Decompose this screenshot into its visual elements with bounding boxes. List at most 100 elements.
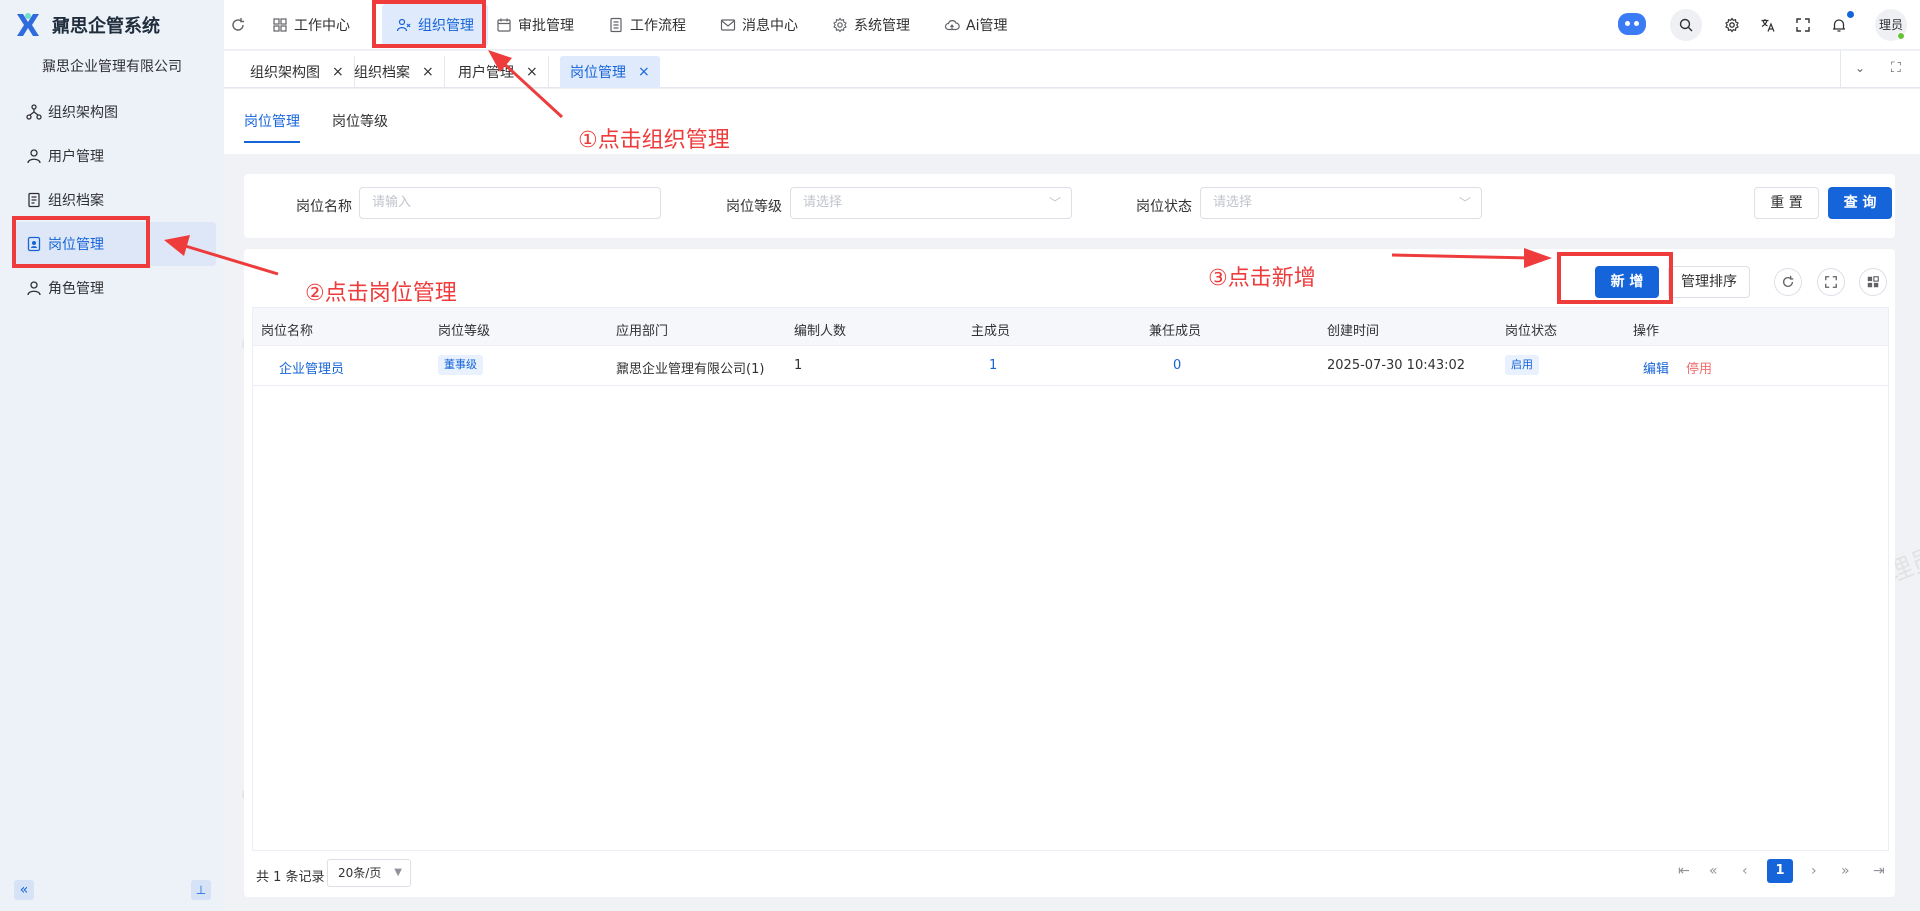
- page-size-value: 20条/页: [338, 866, 382, 880]
- top-nav: 工作中心 组织管理 审批管理 工作流程 消息中心 系统管理 Ai管理: [224, 0, 1920, 50]
- bell-icon[interactable]: [1831, 17, 1847, 33]
- collapse-sidebar-icon[interactable]: «: [14, 880, 34, 900]
- nav-workflow[interactable]: 工作流程: [608, 0, 686, 50]
- post-level-select[interactable]: 请选择 ﹀: [790, 187, 1072, 219]
- chevron-down-icon[interactable]: ⌄: [1855, 61, 1865, 75]
- page-tabs-bar: 组织架构图 × 组织档案 × 用户管理 × 岗位管理 × ⌄ ⛶: [224, 51, 1920, 88]
- page-tab-label: 岗位管理: [570, 65, 626, 81]
- subtab-post-levels[interactable]: 岗位等级: [332, 111, 388, 143]
- sidebar-item-label: 组织架构图: [48, 105, 118, 121]
- post-status-select[interactable]: 请选择 ﹀: [1200, 187, 1482, 219]
- main-members-link[interactable]: 1: [989, 358, 997, 373]
- page-tab-users[interactable]: 用户管理 ×: [448, 56, 549, 88]
- page-tab-label: 用户管理: [458, 65, 514, 81]
- next-group-icon[interactable]: »: [1841, 863, 1850, 879]
- prev-page-icon[interactable]: ‹: [1742, 863, 1748, 879]
- column-header[interactable]: 应用部门: [616, 320, 668, 339]
- grid-icon: [272, 17, 288, 33]
- post-level-tag: 董事级: [438, 355, 483, 375]
- reload-icon[interactable]: [1774, 268, 1802, 296]
- column-header[interactable]: 编制人数: [794, 320, 846, 339]
- close-icon[interactable]: ×: [526, 64, 538, 80]
- posts-table: 岗位名称 岗位等级 应用部门 编制人数 主成员 兼任成员 创建时间 岗位状态 操…: [252, 307, 1889, 851]
- user-icon: [26, 148, 42, 164]
- column-header[interactable]: 岗位名称: [261, 320, 313, 339]
- page-tab-label: 组织架构图: [250, 65, 320, 81]
- expand-icon[interactable]: [1817, 268, 1845, 296]
- filter-name-label: 岗位名称: [296, 199, 352, 215]
- settings-icon[interactable]: [1724, 17, 1740, 33]
- query-button[interactable]: 查 询: [1828, 187, 1892, 219]
- first-page-icon[interactable]: ⇤: [1678, 863, 1690, 879]
- next-page-icon[interactable]: ›: [1811, 863, 1817, 879]
- sidebar-item-posts[interactable]: 岗位管理: [12, 222, 216, 266]
- brand-title: 鼐思企管系统: [52, 16, 160, 37]
- table-row[interactable]: 企业管理员 董事级 鼐思企业管理有限公司(1) 1 1 0 2025-07-30…: [253, 346, 1888, 386]
- nav-work-center[interactable]: 工作中心: [272, 0, 350, 50]
- sidebar-item-roles[interactable]: 角色管理: [12, 266, 216, 310]
- column-header[interactable]: 岗位状态: [1505, 320, 1557, 339]
- manage-sort-button[interactable]: 管理排序: [1668, 266, 1750, 298]
- column-header[interactable]: 岗位等级: [438, 320, 490, 339]
- post-name-link[interactable]: 企业管理员: [279, 358, 344, 377]
- ai-robot-icon[interactable]: [1618, 13, 1646, 35]
- columns-icon[interactable]: [1859, 268, 1887, 296]
- close-icon[interactable]: ×: [638, 64, 650, 80]
- nav-approval[interactable]: 审批管理: [496, 0, 574, 50]
- page-tab-posts[interactable]: 岗位管理 ×: [560, 56, 660, 88]
- column-header[interactable]: 创建时间: [1327, 320, 1379, 339]
- nav-org-management[interactable]: 组织管理: [382, 4, 488, 46]
- column-header[interactable]: 兼任成员: [1149, 320, 1201, 339]
- search-button[interactable]: [1670, 9, 1702, 41]
- column-header[interactable]: 主成员: [971, 320, 1010, 339]
- page-tab-org-archive[interactable]: 组织档案 ×: [344, 56, 445, 88]
- last-page-icon[interactable]: ⇥: [1873, 863, 1885, 879]
- column-header[interactable]: 操作: [1633, 320, 1659, 339]
- sidebar-item-org-archive[interactable]: 组织档案: [12, 178, 216, 222]
- nav-system[interactable]: 系统管理: [832, 0, 910, 50]
- post-status-placeholder: 请选择: [1213, 195, 1253, 210]
- nav-label: Ai管理: [966, 18, 1008, 34]
- pin-icon[interactable]: ⊥: [191, 880, 211, 900]
- post-level-placeholder: 请选择: [803, 195, 843, 210]
- company-name: 鼐思企业管理有限公司: [42, 59, 182, 75]
- nav-label: 工作中心: [294, 18, 350, 34]
- current-page[interactable]: 1: [1767, 859, 1793, 883]
- refresh-icon[interactable]: [230, 17, 246, 33]
- table-footer: 共 1 条记录 20条/页 ▼ ⇤ « ‹ 1 › » ⇥: [244, 851, 1895, 897]
- disable-link[interactable]: 停用: [1686, 358, 1712, 377]
- sub-tabs: 岗位管理 岗位等级: [224, 89, 1920, 154]
- gear-icon: [832, 17, 848, 33]
- sidebar-item-label: 角色管理: [48, 281, 104, 297]
- list-icon: [608, 17, 624, 33]
- edit-link[interactable]: 编辑: [1643, 358, 1669, 377]
- post-created-time: 2025-07-30 10:43:02: [1327, 358, 1466, 373]
- annotation-step2: ②点击岗位管理: [305, 281, 457, 306]
- close-icon[interactable]: ×: [422, 64, 434, 80]
- filter-panel: 岗位名称 请输入 岗位等级 请选择 ﹀ 岗位状态 请选择 ﹀ 重 置 查 询: [244, 174, 1895, 238]
- nav-label: 系统管理: [854, 18, 910, 34]
- reset-button[interactable]: 重 置: [1754, 187, 1819, 219]
- post-dept: 鼐思企业管理有限公司(1): [616, 362, 765, 377]
- brand[interactable]: 鼐思企管系统: [14, 10, 160, 40]
- close-icon[interactable]: ×: [332, 64, 344, 80]
- nav-ai[interactable]: Ai管理: [944, 0, 1007, 50]
- sidebar-item-org-chart[interactable]: 组织架构图: [12, 90, 216, 134]
- part-members-link[interactable]: 0: [1173, 358, 1181, 373]
- annotation-step1: ①点击组织管理: [578, 128, 730, 153]
- page-tab-org-chart[interactable]: 组织架构图 ×: [240, 56, 355, 88]
- translate-icon[interactable]: [1760, 17, 1776, 33]
- post-name-input[interactable]: 请输入: [359, 187, 661, 219]
- screenshot-icon[interactable]: ⛶: [1891, 60, 1901, 76]
- nav-messages[interactable]: 消息中心: [720, 0, 798, 50]
- prev-group-icon[interactable]: «: [1709, 863, 1718, 879]
- sidebar-item-users[interactable]: 用户管理: [12, 134, 216, 178]
- add-button[interactable]: 新 增: [1595, 266, 1659, 298]
- sidebar: 鼐思企管系统 鼐思企业管理有限公司 组织架构图 用户管理 组织档案 岗位管理 角…: [0, 0, 224, 911]
- caret-down-icon: ▼: [394, 867, 402, 878]
- sidebar-menu: 组织架构图 用户管理 组织档案 岗位管理 角色管理: [12, 90, 216, 310]
- subtab-posts[interactable]: 岗位管理: [244, 111, 300, 143]
- fullscreen-icon[interactable]: [1795, 17, 1811, 33]
- status-badge: 启用: [1505, 355, 1539, 375]
- page-size-select[interactable]: 20条/页 ▼: [327, 859, 411, 887]
